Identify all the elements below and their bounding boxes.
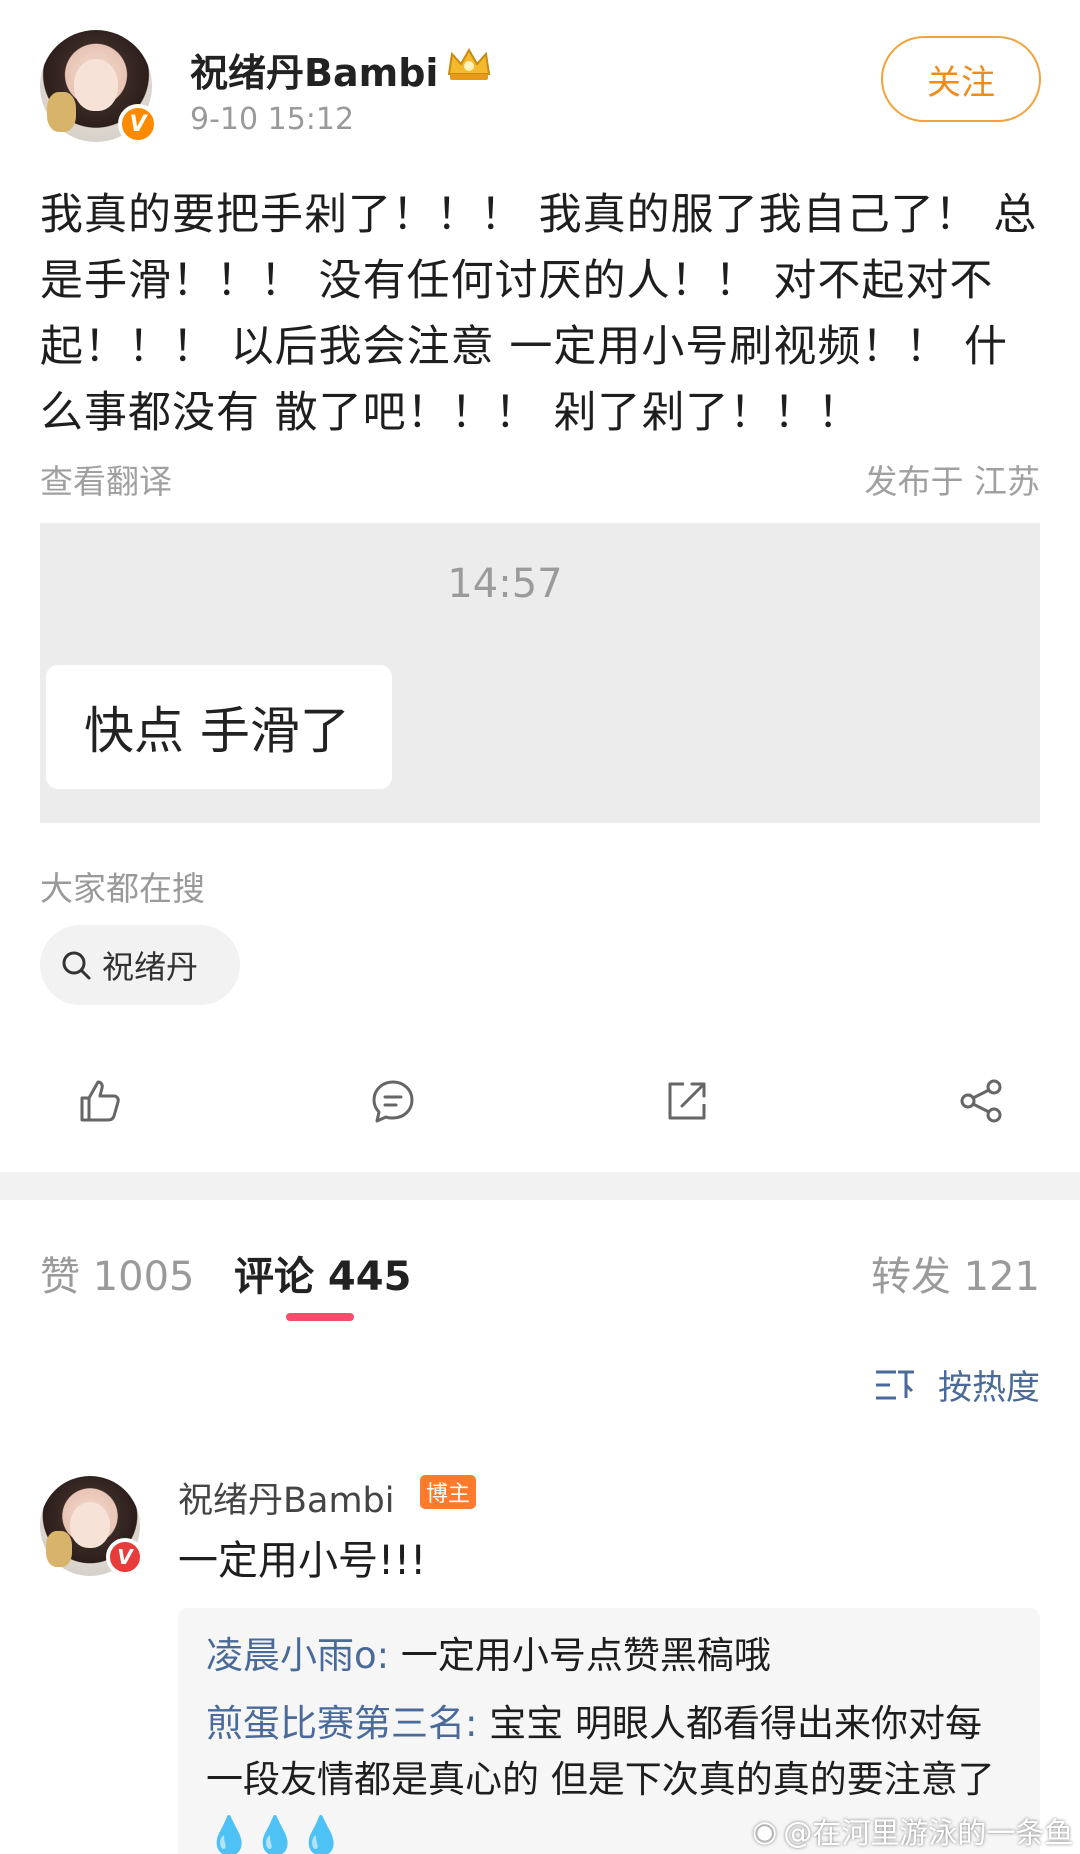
crown-badge-icon [447,47,491,80]
post-location: 发布于 江苏 [864,462,1041,501]
sort-label: 按热度 [938,1368,1040,1408]
weibo-watermark: ◉ @在河里游泳的一条鱼 [752,1810,1073,1852]
avatar-face [73,59,119,111]
comment-icon[interactable] [368,1076,418,1126]
post-time: 9-10 15:12 [190,102,355,137]
trending-search-chip[interactable]: 祝绪丹 [40,925,240,1005]
repost-icon[interactable] [662,1076,712,1126]
like-icon[interactable] [74,1076,124,1126]
watermark-text: @在河里游泳的一条鱼 [783,1816,1074,1850]
reply-username[interactable]: 煎蛋比赛第三名 [206,1702,465,1745]
avatar-face [70,1502,110,1548]
search-icon [62,951,91,980]
avatar-bouquet [46,1531,72,1567]
sort-icon [876,1370,914,1399]
share-icon[interactable] [956,1076,1006,1126]
post-text: 我真的要把手剁了！！！ 我真的服了我自己了！ 总是手滑！！！ 没有任何讨厌的人！… [40,190,1038,438]
verified-badge-icon: V [118,104,158,144]
verified-badge-icon: V [106,1538,144,1576]
reply-item[interactable]: 凌晨小雨o: 一定用小号点赞黑稿哦 [206,1628,1012,1684]
trending-search-label: 祝绪丹 [102,948,199,986]
active-tab-indicator [286,1313,354,1321]
commenter-name[interactable]: 祝绪丹Bambi [178,1472,395,1523]
section-divider [0,1172,1080,1200]
comment-text: 一定用小号!!! [178,1538,427,1584]
trending-search-title: 大家都在搜 [40,869,205,908]
sort-by-hot-button[interactable]: 按热度 [874,1360,1040,1409]
author-name[interactable]: 祝绪丹Bambi [190,42,438,97]
post-image[interactable]: 14:57 快点 手滑了 [40,523,1040,823]
reply-text: 一定用小号点赞黑稿哦 [400,1634,771,1677]
weibo-logo-icon: ◉ [752,1814,778,1848]
author-tag: 博主 [420,1475,477,1509]
translate-link[interactable]: 查看翻译 [40,455,172,503]
tab-comments[interactable]: 评论 445 [234,1244,411,1302]
reply-username[interactable]: 凌晨小雨o [206,1634,377,1677]
tab-reposts[interactable]: 转发 121 [871,1244,1040,1302]
chat-bubble: 快点 手滑了 [46,665,392,789]
avatar-bouquet [46,91,76,132]
tab-likes[interactable]: 赞 1005 [40,1244,195,1302]
chat-time: 14:57 [447,561,563,607]
follow-button[interactable]: 关注 [881,36,1041,122]
